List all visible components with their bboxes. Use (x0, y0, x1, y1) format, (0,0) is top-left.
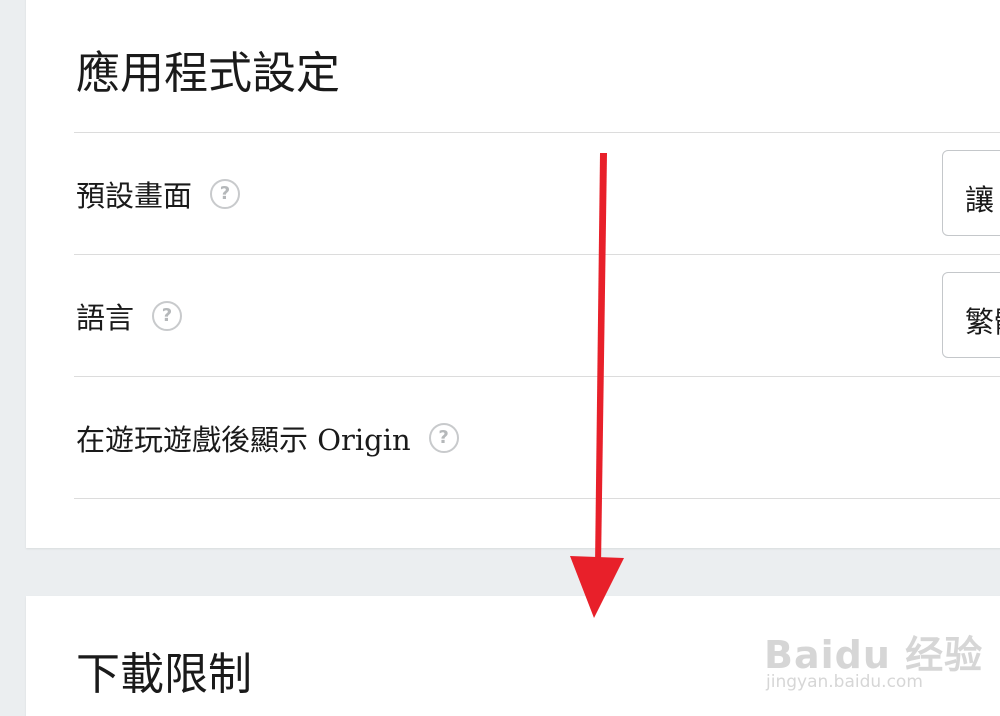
default-view-select-value: 讓 (965, 183, 995, 217)
language-select-value: 繁體 (965, 305, 1000, 339)
language-select[interactable]: 繁體 (942, 272, 1000, 358)
download-limits-title: 下載限制 (76, 649, 252, 700)
help-icon[interactable]: ? (152, 301, 183, 331)
language-label: 語言 (76, 301, 135, 335)
setting-row-language: 語言 ? 繁體 (74, 254, 1000, 376)
setting-row-show-origin-after-game: 在遊玩遊戲後顯示 Origin ? (74, 376, 1000, 499)
default-view-label: 預設畫面 (76, 179, 193, 213)
show-origin-after-game-label: 在遊玩遊戲後顯示 Origin (76, 423, 411, 457)
help-icon[interactable]: ? (210, 179, 241, 209)
help-icon[interactable]: ? (428, 423, 459, 453)
setting-row-default-view: 預設畫面 ? 讓 (74, 132, 1000, 254)
default-view-select[interactable]: 讓 (942, 150, 1000, 236)
app-settings-title: 應用程式設定 (76, 48, 340, 99)
settings-page: 應用程式設定 預設畫面 ? 讓 語言 ? 繁體 在遊玩遊戲後顯示 Origin … (0, 0, 1000, 716)
download-limits-card: 下載限制 (26, 596, 1000, 716)
app-settings-card: 應用程式設定 預設畫面 ? 讓 語言 ? 繁體 在遊玩遊戲後顯示 Origin … (26, 0, 1000, 548)
